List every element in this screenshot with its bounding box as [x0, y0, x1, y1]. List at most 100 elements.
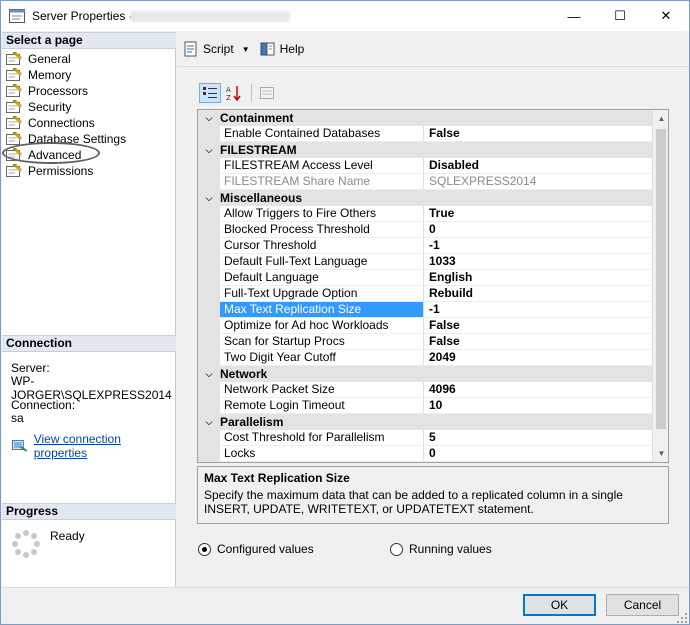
help-label: Help — [279, 42, 305, 56]
scroll-down-icon[interactable]: ▼ — [653, 445, 668, 462]
scroll-up-icon[interactable]: ▲ — [653, 110, 668, 127]
property-row[interactable]: Cost Threshold for Parallelism 5 — [198, 430, 652, 446]
configured-values-option[interactable]: Configured values — [198, 542, 314, 556]
property-row[interactable]: Network Packet Size 4096 — [198, 382, 652, 398]
cancel-button[interactable]: Cancel — [606, 594, 679, 616]
category-row[interactable]: ⌵ Containment — [198, 110, 652, 126]
property-name[interactable]: Default Full-Text Language — [220, 254, 424, 270]
property-value[interactable]: 2049 — [424, 350, 652, 366]
property-name[interactable]: Default Language — [220, 270, 424, 286]
property-row[interactable]: Locks 0 — [198, 446, 652, 462]
property-name[interactable]: Allow Triggers to Fire Others — [220, 206, 424, 222]
property-value[interactable]: 5 — [424, 430, 652, 446]
property-value[interactable]: False — [424, 126, 652, 142]
category-row[interactable]: ⌵ Network — [198, 366, 652, 382]
property-row[interactable]: Blocked Process Threshold 0 — [198, 222, 652, 238]
page-item-label: Memory — [28, 68, 72, 82]
row-gutter — [198, 238, 220, 254]
row-gutter — [198, 222, 220, 238]
property-value[interactable]: 4096 — [424, 382, 652, 398]
page-item-security[interactable]: Security — [6, 98, 72, 115]
property-name[interactable]: FILESTREAM Share Name — [220, 174, 424, 190]
vertical-scrollbar[interactable]: ▲ ▼ — [652, 110, 668, 462]
property-name[interactable]: Full-Text Upgrade Option — [220, 286, 424, 302]
minimize-button[interactable]: — — [551, 1, 597, 31]
property-name[interactable]: Remote Login Timeout — [220, 398, 424, 414]
maximize-button[interactable]: ☐ — [597, 1, 643, 31]
property-value[interactable]: 0 — [424, 222, 652, 238]
property-row[interactable]: Full-Text Upgrade Option Rebuild — [198, 286, 652, 302]
ok-button[interactable]: OK — [523, 594, 596, 616]
help-button[interactable]: Help — [260, 41, 305, 57]
property-value[interactable]: Disabled — [424, 158, 652, 174]
property-value[interactable]: False — [424, 318, 652, 334]
property-row[interactable]: Scan for Startup Procs False — [198, 334, 652, 350]
page-item-memory[interactable]: Memory — [6, 66, 72, 83]
row-gutter — [198, 446, 220, 462]
property-name[interactable]: Optimize for Ad hoc Workloads — [220, 318, 424, 334]
property-name[interactable]: Max Text Replication Size — [220, 302, 424, 318]
property-value[interactable]: Rebuild — [424, 286, 652, 302]
property-name[interactable]: Enable Contained Databases — [220, 126, 424, 142]
page-item-processors[interactable]: Processors — [6, 82, 88, 99]
category-row[interactable]: ⌵ Miscellaneous — [198, 190, 652, 206]
row-gutter — [198, 270, 220, 286]
view-connection-properties-link[interactable]: View connection properties — [12, 432, 175, 460]
property-value[interactable]: -1 — [424, 302, 652, 318]
page-item-general[interactable]: General — [6, 50, 71, 67]
alphabetical-view-button[interactable]: A Z — [223, 83, 245, 103]
page-item-label: Security — [28, 100, 72, 114]
property-value[interactable]: -1 — [424, 238, 652, 254]
property-row[interactable]: Allow Triggers to Fire Others True — [198, 206, 652, 222]
script-button[interactable]: Script ▼ — [183, 41, 250, 57]
collapse-chevron-icon[interactable]: ⌵ — [198, 193, 220, 204]
page-item-connections[interactable]: Connections — [6, 114, 95, 131]
configured-values-label: Configured values — [217, 542, 314, 556]
property-name[interactable]: Locks — [220, 446, 424, 462]
property-row[interactable]: FILESTREAM Access Level Disabled — [198, 158, 652, 174]
property-pages-button[interactable] — [256, 83, 278, 103]
property-row[interactable]: FILESTREAM Share Name SQLEXPRESS2014 — [198, 174, 652, 190]
property-row[interactable]: Two Digit Year Cutoff 2049 — [198, 350, 652, 366]
collapse-chevron-icon[interactable]: ⌵ — [198, 417, 220, 428]
property-value[interactable]: SQLEXPRESS2014 — [424, 174, 652, 190]
property-row[interactable]: Optimize for Ad hoc Workloads False — [198, 318, 652, 334]
page-item-permissions[interactable]: Permissions — [6, 162, 93, 179]
configured-values-radio[interactable] — [198, 542, 211, 556]
property-value[interactable]: 0 — [424, 446, 652, 462]
property-value[interactable]: 1033 — [424, 254, 652, 270]
property-value[interactable]: English — [424, 270, 652, 286]
property-row[interactable]: Max Text Replication Size -1 — [198, 302, 652, 318]
property-name[interactable]: Network Packet Size — [220, 382, 424, 398]
property-value[interactable]: 10 — [424, 398, 652, 414]
property-name[interactable]: Blocked Process Threshold — [220, 222, 424, 238]
category-row[interactable]: ⌵ FILESTREAM — [198, 142, 652, 158]
property-value[interactable]: True — [424, 206, 652, 222]
property-name[interactable]: FILESTREAM Access Level — [220, 158, 424, 174]
property-name[interactable]: Cursor Threshold — [220, 238, 424, 254]
running-values-radio[interactable] — [390, 542, 403, 556]
property-name[interactable]: Two Digit Year Cutoff — [220, 350, 424, 366]
row-gutter — [198, 206, 220, 222]
collapse-chevron-icon[interactable]: ⌵ — [198, 369, 220, 380]
chevron-down-icon[interactable]: ▼ — [242, 45, 250, 54]
collapse-chevron-icon[interactable]: ⌵ — [198, 145, 220, 156]
scroll-thumb[interactable] — [656, 129, 666, 429]
close-button[interactable]: ✕ — [643, 1, 689, 31]
property-row[interactable]: Cursor Threshold -1 — [198, 238, 652, 254]
resize-grip-icon[interactable] — [677, 613, 687, 623]
collapse-chevron-icon[interactable]: ⌵ — [198, 113, 220, 124]
property-row[interactable]: Remote Login Timeout 10 — [198, 398, 652, 414]
property-row[interactable]: Enable Contained Databases False — [198, 126, 652, 142]
property-row[interactable]: Default Language English — [198, 270, 652, 286]
running-values-option[interactable]: Running values — [390, 542, 492, 556]
category-row[interactable]: ⌵ Parallelism — [198, 414, 652, 430]
property-name[interactable]: Scan for Startup Procs — [220, 334, 424, 350]
select-page-header: Select a page — [2, 32, 176, 49]
categorized-view-button[interactable] — [199, 83, 221, 103]
property-name[interactable]: Cost Threshold for Parallelism — [220, 430, 424, 446]
connection-label: Connection: — [11, 398, 76, 412]
property-row[interactable]: Default Full-Text Language 1033 — [198, 254, 652, 270]
server-properties-dialog: Server Properties - — ☐ ✕ Select a page … — [0, 0, 690, 625]
property-value[interactable]: False — [424, 334, 652, 350]
